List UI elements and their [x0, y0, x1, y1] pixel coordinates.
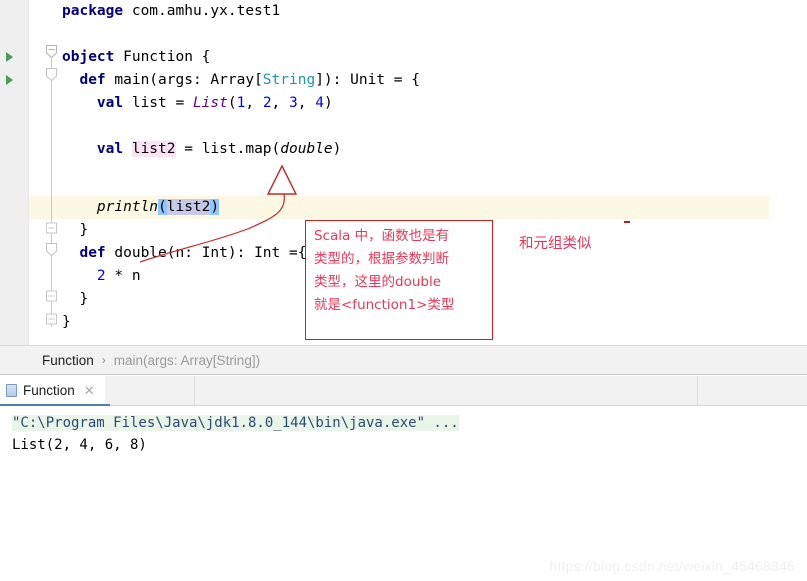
code-line[interactable]: println(list2): [62, 196, 220, 219]
run-tool-window: Function ✕ "C:\Program Files\Java\jdk1.8…: [0, 376, 807, 581]
breadcrumb-method[interactable]: main(args: Array[String]): [114, 353, 260, 368]
code-line[interactable]: object Function {: [62, 46, 210, 69]
code-text-layer[interactable]: package com.amhu.yx.test1 object Function…: [0, 0, 807, 345]
code-token: }: [62, 222, 89, 238]
code-token: List: [192, 95, 228, 111]
code-token: ): [210, 199, 220, 215]
code-token: String: [262, 72, 316, 88]
tabstrip-divider-1: [194, 376, 195, 405]
code-token: list2: [131, 141, 176, 157]
code-token: 3: [289, 95, 298, 111]
code-token: list =: [131, 95, 193, 111]
code-line[interactable]: def main(args: Array[String]): Unit = {: [62, 69, 420, 92]
code-token: object: [62, 49, 124, 65]
code-token: (: [227, 95, 237, 111]
console-command-line: "C:\Program Files\Java\jdk1.8.0_144\bin\…: [12, 415, 459, 431]
code-token: ): [323, 95, 333, 111]
code-line[interactable]: }: [62, 311, 71, 334]
console-output[interactable]: "C:\Program Files\Java\jdk1.8.0_144\bin\…: [0, 406, 807, 581]
code-token: def: [79, 245, 115, 261]
console-line: "C:\Program Files\Java\jdk1.8.0_144\bin\…: [12, 412, 459, 434]
code-token: ,: [297, 95, 316, 111]
code-token: com.amhu.yx.test1: [131, 3, 281, 19]
run-tab-label: Function: [23, 383, 75, 398]
breadcrumb-class[interactable]: Function: [42, 353, 94, 368]
code-line[interactable]: package com.amhu.yx.test1: [62, 0, 280, 23]
run-config-icon: [6, 384, 17, 397]
code-token: double: [280, 141, 333, 157]
code-token: = list.map(: [175, 141, 281, 157]
code-token: }: [62, 291, 89, 307]
code-token: main(args: Array[: [114, 72, 263, 88]
run-tab-strip: Function ✕: [0, 376, 807, 406]
code-token: (: [158, 199, 167, 215]
close-icon[interactable]: ✕: [84, 384, 95, 397]
watermark: https://blog.csdn.net/weixin_45468845: [549, 558, 795, 574]
code-token: }: [62, 314, 71, 330]
code-line[interactable]: val list2 = list.map(double): [62, 138, 341, 161]
code-token: * n: [105, 268, 141, 284]
code-line[interactable]: def double(n: Int): Int ={: [62, 242, 306, 265]
breadcrumb[interactable]: Function › main(args: Array[String]): [0, 345, 807, 375]
code-line[interactable]: 2 * n: [62, 265, 141, 288]
code-token: 4: [315, 95, 324, 111]
code-token: 2: [96, 268, 106, 284]
code-editor[interactable]: package com.amhu.yx.test1 object Function…: [0, 0, 807, 345]
run-tab-function[interactable]: Function ✕: [0, 376, 105, 405]
code-token: list2: [166, 199, 211, 215]
console-line: List(2, 4, 6, 8): [12, 434, 147, 456]
code-line[interactable]: val list = List(1, 2, 3, 4): [62, 92, 333, 115]
breadcrumb-separator-icon: ›: [101, 353, 106, 367]
code-token: ]): Unit = {: [315, 72, 420, 88]
code-token: Function {: [123, 49, 211, 65]
code-token: val: [96, 141, 132, 157]
code-token: package: [62, 3, 132, 19]
console-output-line: List(2, 4, 6, 8): [12, 437, 147, 453]
code-token: ,: [271, 95, 290, 111]
code-line[interactable]: }: [62, 288, 88, 311]
code-token: val: [96, 95, 132, 111]
tabstrip-divider-2: [697, 376, 698, 405]
code-token: 2: [262, 95, 272, 111]
code-token: ,: [245, 95, 263, 111]
code-token: ): [332, 141, 342, 157]
code-token: println: [96, 199, 159, 215]
code-token: double(n: Int): Int ={: [114, 245, 307, 261]
code-line[interactable]: }: [62, 219, 88, 242]
code-token: def: [79, 72, 115, 88]
